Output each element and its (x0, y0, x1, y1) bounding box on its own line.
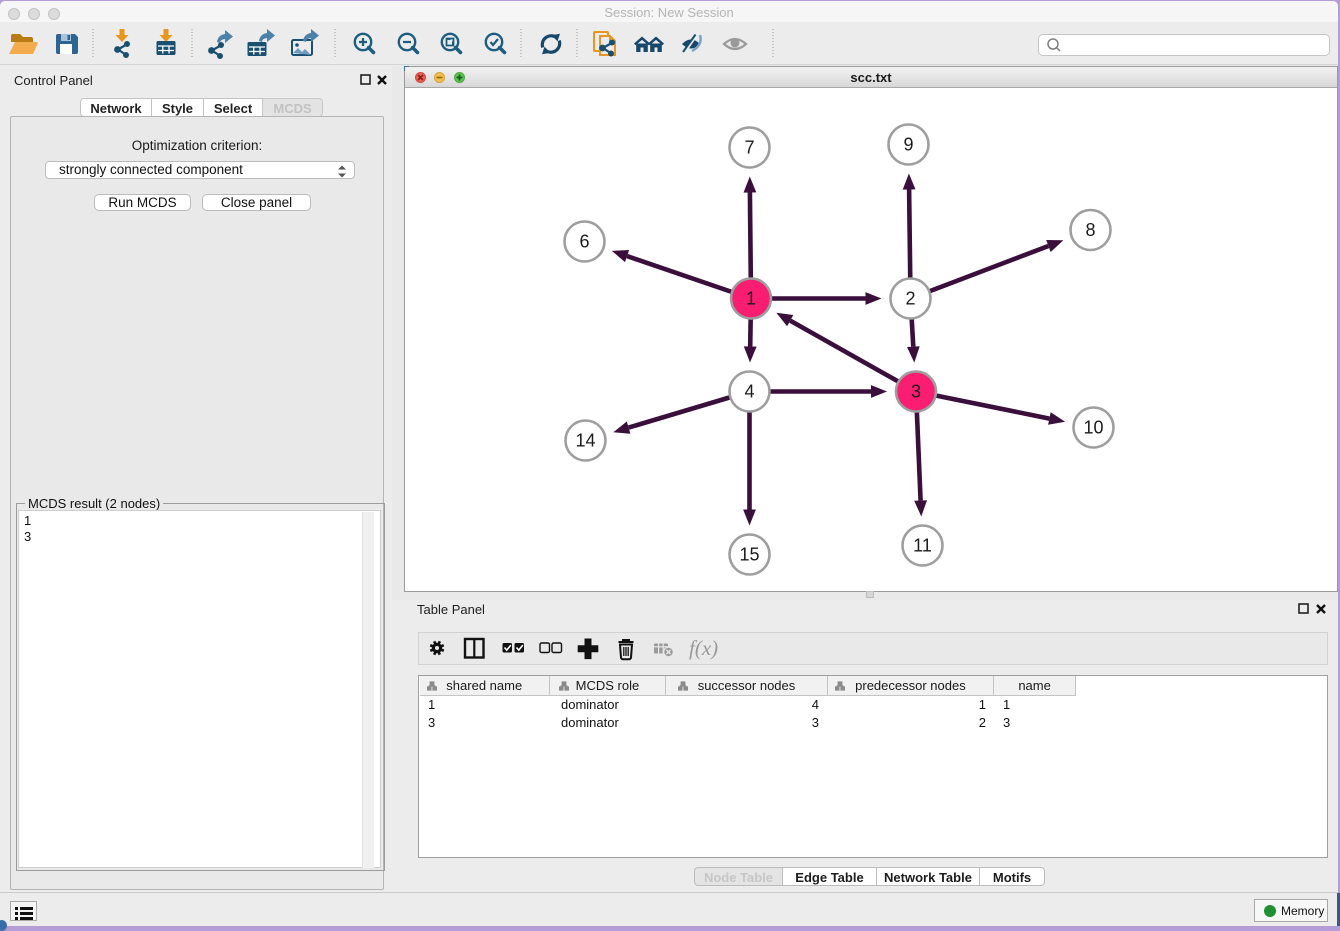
svg-text:14: 14 (575, 431, 595, 451)
svg-text:11: 11 (913, 536, 932, 556)
svg-text:8: 8 (1085, 220, 1095, 240)
svg-text:10: 10 (1083, 418, 1103, 438)
svg-text:4: 4 (744, 382, 754, 402)
svg-text:9: 9 (903, 135, 913, 155)
svg-text:7: 7 (744, 138, 754, 158)
svg-text:3: 3 (911, 382, 921, 402)
svg-text:1: 1 (746, 289, 756, 309)
svg-text:f(x): f(x) (689, 636, 718, 660)
svg-text:2: 2 (905, 289, 915, 309)
svg-text:15: 15 (739, 545, 759, 565)
svg-text:6: 6 (579, 232, 589, 252)
